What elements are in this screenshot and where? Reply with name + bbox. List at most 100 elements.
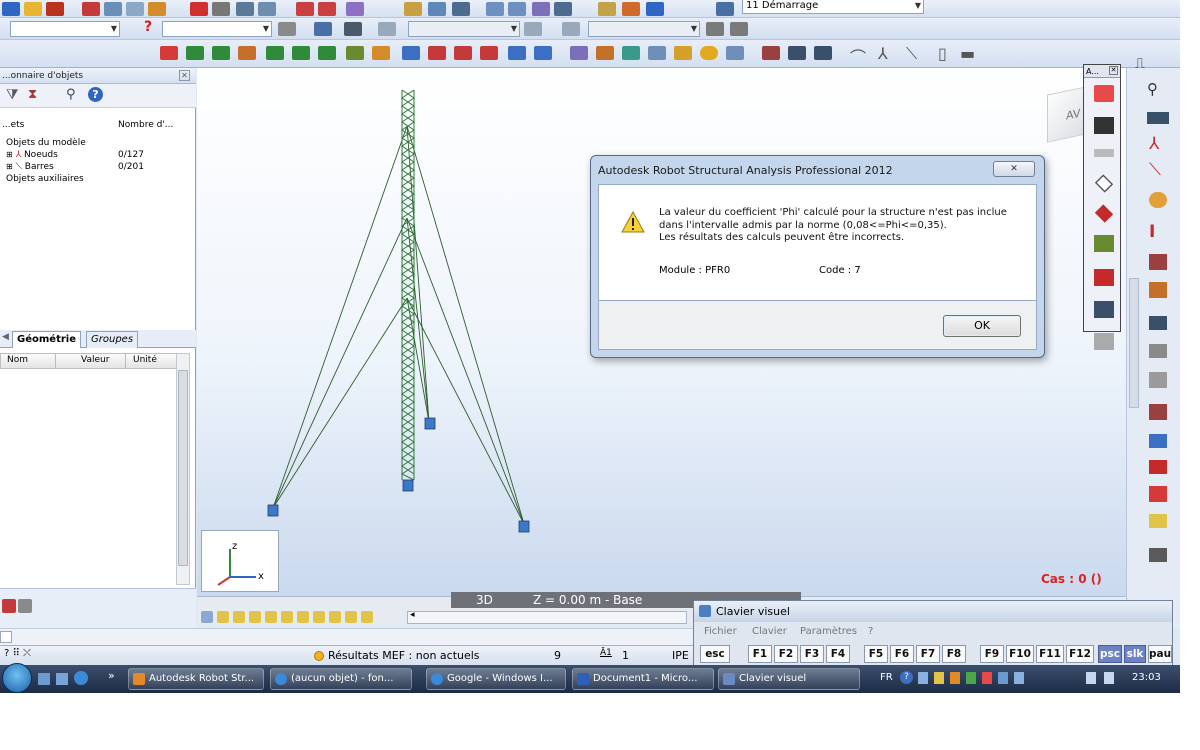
- visual-keyboard-titlebar[interactable]: Clavier visuel: [694, 601, 1172, 622]
- key-pau[interactable]: pau: [1148, 645, 1172, 663]
- new-file-icon[interactable]: [2, 2, 20, 16]
- key-f12[interactable]: F12: [1066, 645, 1094, 663]
- document-icon[interactable]: [1094, 333, 1114, 350]
- view-tool-icon[interactable]: [281, 611, 293, 623]
- measure-icon[interactable]: [598, 2, 616, 16]
- orbit-icon[interactable]: [706, 22, 724, 36]
- key-esc[interactable]: esc: [700, 645, 730, 663]
- properties-scrollbar[interactable]: [176, 353, 190, 585]
- language-indicator[interactable]: FR: [880, 672, 893, 683]
- taskbar-item-document[interactable]: Document1 - Micro...: [572, 668, 714, 690]
- view-tool-icon[interactable]: [361, 611, 373, 623]
- view-tool-icon[interactable]: [313, 611, 325, 623]
- help-icon[interactable]: ?: [88, 87, 103, 102]
- loads-icon[interactable]: [1149, 460, 1167, 474]
- horizontal-scrollbar[interactable]: ◂: [407, 610, 687, 624]
- ok-button[interactable]: OK: [943, 315, 1021, 337]
- tray-icon[interactable]: [934, 672, 944, 684]
- tree-item-nodes[interactable]: ⊞ ⅄ Noeuds: [6, 149, 58, 161]
- tray-icon[interactable]: [918, 672, 928, 684]
- line-icon[interactable]: ⟍: [906, 44, 917, 64]
- sphere-icon[interactable]: [700, 46, 718, 60]
- volume-icon[interactable]: [1104, 672, 1114, 684]
- load-values-icon[interactable]: [428, 46, 446, 60]
- internet-explorer-icon[interactable]: [74, 671, 88, 685]
- column-count[interactable]: Nombre d'...: [118, 120, 173, 130]
- close-icon[interactable]: ✕: [1109, 66, 1118, 75]
- search-icon[interactable]: ⚲: [66, 87, 76, 102]
- expand-icon[interactable]: ⊞: [6, 162, 13, 171]
- key-f5[interactable]: F5: [864, 645, 888, 663]
- zoom-icon[interactable]: [486, 2, 504, 16]
- layout-combo[interactable]: ▼: [588, 21, 700, 37]
- quicklaunch-overflow-icon[interactable]: »: [108, 669, 115, 682]
- help-icon[interactable]: ?: [900, 671, 913, 684]
- properties-icon[interactable]: [18, 599, 32, 613]
- layout-selector[interactable]: 11 Démarrage ▼: [742, 0, 924, 14]
- cable-icon[interactable]: [1149, 344, 1167, 358]
- menu-item-settings[interactable]: Paramètres: [800, 626, 857, 637]
- diamond-fill-icon[interactable]: [1094, 204, 1114, 223]
- key-f11[interactable]: F11: [1036, 645, 1064, 663]
- print-preview-icon[interactable]: [104, 2, 122, 16]
- key-f1[interactable]: F1: [748, 645, 772, 663]
- taskbar-item-browser[interactable]: (aucun objet) - fon...: [270, 668, 412, 690]
- layout-icon[interactable]: [716, 2, 734, 16]
- undo-icon[interactable]: [296, 2, 314, 16]
- save-icon[interactable]: [46, 2, 64, 16]
- view-tool-icon[interactable]: [265, 611, 277, 623]
- column-unit[interactable]: Unité: [133, 355, 157, 365]
- tray-icon[interactable]: [950, 672, 960, 684]
- tab-geometry[interactable]: Géométrie: [12, 331, 81, 348]
- bar-icon[interactable]: ⟍: [1149, 160, 1161, 180]
- support-icon[interactable]: [402, 479, 414, 492]
- menu-item-help[interactable]: ?: [868, 626, 873, 637]
- view-tool-icon[interactable]: [217, 611, 229, 623]
- section-table-icon[interactable]: [1147, 112, 1169, 124]
- offset-icon[interactable]: [1149, 316, 1167, 330]
- open-folder-icon[interactable]: [24, 2, 42, 16]
- tables-icon[interactable]: [428, 2, 446, 16]
- command-input[interactable]: [0, 631, 12, 643]
- tab-groups[interactable]: Groupes: [86, 331, 139, 348]
- building-model-icon[interactable]: [1149, 404, 1167, 420]
- local-axes-y-icon[interactable]: [292, 46, 310, 60]
- local-axes-z-icon[interactable]: [318, 46, 336, 60]
- load-type-icon[interactable]: [1149, 486, 1167, 502]
- load-symbols-icon[interactable]: [454, 46, 472, 60]
- bar-shape-icon[interactable]: ⎍: [1135, 56, 1145, 72]
- structure-type-icon[interactable]: [404, 2, 422, 16]
- redo-icon[interactable]: [318, 2, 336, 16]
- view-tool-icon[interactable]: [233, 611, 245, 623]
- grid-icon[interactable]: [1149, 434, 1167, 448]
- snap-settings-icon[interactable]: ? ⠿ ⤬: [4, 648, 31, 659]
- selection-icon[interactable]: [570, 46, 588, 60]
- column-value[interactable]: Valeur: [81, 355, 109, 365]
- support-icon[interactable]: [518, 520, 530, 533]
- taskbar-item-robot[interactable]: Autodesk Robot Str...: [128, 668, 264, 690]
- local-axes-icon[interactable]: [266, 46, 284, 60]
- palette-header[interactable]: A... ✕: [1084, 65, 1120, 78]
- screen-capture-icon[interactable]: [126, 2, 144, 16]
- dialog-close-button[interactable]: ✕: [993, 161, 1035, 177]
- key-f9[interactable]: F9: [980, 645, 1004, 663]
- taskbar-item-keyboard[interactable]: Clavier visuel: [718, 668, 860, 690]
- column-name[interactable]: Nom: [7, 355, 28, 365]
- column-icon[interactable]: ▯: [938, 44, 947, 63]
- tab-scroll-left-icon[interactable]: ◀: [2, 332, 9, 342]
- beam-icon[interactable]: ▬: [960, 44, 975, 63]
- key-f4[interactable]: F4: [826, 645, 850, 663]
- results-icon[interactable]: [622, 46, 640, 60]
- arc-icon[interactable]: ⌒: [850, 44, 866, 68]
- right-toolbar-scrollbar[interactable]: [1129, 278, 1139, 408]
- tray-icon[interactable]: [966, 672, 976, 684]
- zoom-window-icon[interactable]: [508, 2, 526, 16]
- supports-display-icon[interactable]: [238, 46, 256, 60]
- close-icon[interactable]: ✕: [179, 70, 190, 81]
- column-objects[interactable]: ...ets: [2, 120, 24, 130]
- panel-icon[interactable]: [1149, 372, 1167, 388]
- cut-icon[interactable]: [190, 2, 208, 16]
- support-definition-icon[interactable]: [1149, 192, 1167, 208]
- key-psc[interactable]: psc: [1098, 645, 1122, 663]
- load-list-icon[interactable]: [480, 46, 498, 60]
